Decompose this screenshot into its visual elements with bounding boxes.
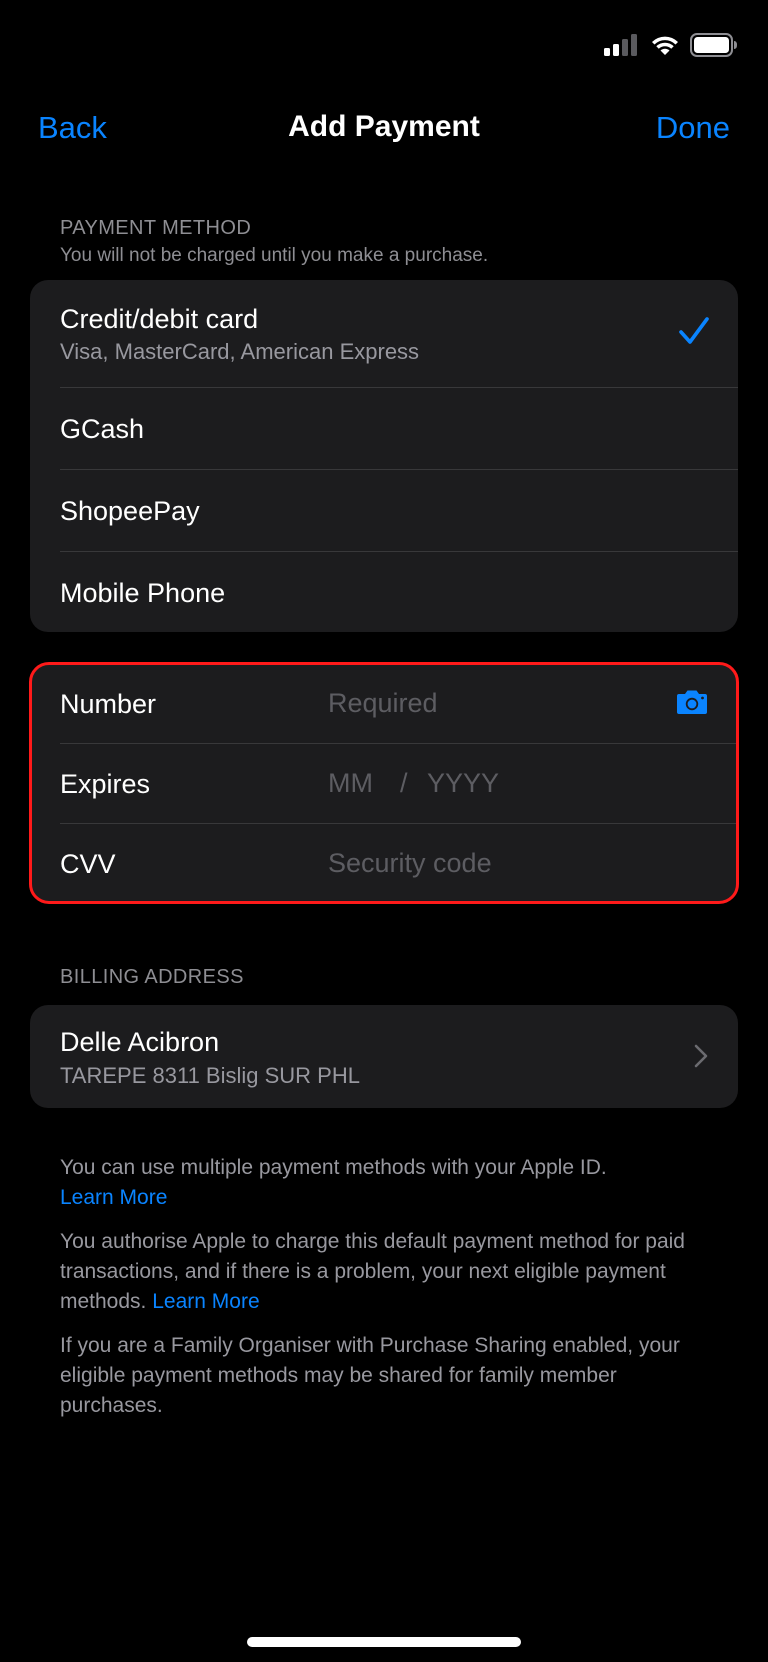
payment-method-list: Credit/debit card Visa, MasterCard, Amer…	[30, 280, 738, 632]
payment-method-subheader: You will not be charged until you make a…	[60, 245, 489, 266]
expiry-month-input[interactable]: MM	[328, 768, 373, 799]
payment-option-credit-debit-card[interactable]: Credit/debit card Visa, MasterCard, Amer…	[30, 280, 738, 387]
expiry-row[interactable]: Expires MM / YYYY	[30, 744, 738, 823]
payment-option-gcash[interactable]: GCash	[30, 388, 738, 469]
billing-name: Delle Acibron	[60, 1027, 220, 1057]
payment-option-label: Mobile Phone	[60, 578, 226, 608]
footer-multiple-methods: You can use multiple payment methods wit…	[60, 1153, 710, 1213]
done-button[interactable]: Done	[656, 110, 730, 146]
payment-option-label: ShopeePay	[60, 496, 200, 526]
billing-address-header: BILLING ADDRESS	[60, 966, 244, 988]
payment-method-header: PAYMENT METHOD	[60, 217, 252, 239]
cvv-row[interactable]: CVV Security code	[30, 824, 738, 902]
footer-text: You can use multiple payment methods wit…	[60, 1156, 607, 1179]
home-indicator	[247, 1637, 521, 1647]
payment-option-label: Credit/debit card	[60, 304, 259, 334]
payment-option-shopeepay[interactable]: ShopeePay	[30, 470, 738, 551]
billing-address: TAREPE 8311 Bislig SUR PHL	[60, 1063, 360, 1088]
billing-address-cell[interactable]: Delle Acibron TAREPE 8311 Bislig SUR PHL	[30, 1005, 738, 1108]
expiry-separator: /	[400, 768, 408, 798]
chevron-right-icon	[694, 1044, 708, 1068]
payment-option-mobile-phone[interactable]: Mobile Phone	[30, 552, 738, 632]
battery-icon	[690, 33, 737, 57]
wifi-icon	[652, 36, 678, 55]
card-number-input[interactable]: Required	[328, 688, 438, 719]
footer-text: If you are a Family Organiser with Purch…	[60, 1334, 680, 1417]
status-bar	[604, 30, 738, 60]
checkmark-icon	[679, 317, 709, 344]
cvv-input[interactable]: Security code	[328, 848, 492, 879]
card-number-label: Number	[60, 689, 157, 719]
card-number-row[interactable]: Number Required	[30, 664, 738, 743]
cvv-label: CVV	[60, 849, 116, 879]
payment-option-label: GCash	[60, 414, 145, 444]
learn-more-link[interactable]: Learn More	[60, 1186, 167, 1209]
expiry-label: Expires	[60, 769, 151, 799]
footer-authorise: You authorise Apple to charge this defau…	[60, 1227, 710, 1317]
navigation-bar: Back Add Payment Done	[0, 104, 768, 156]
cellular-signal-icon	[604, 34, 637, 56]
payment-option-detail: Visa, MasterCard, American Express	[60, 339, 420, 364]
learn-more-link[interactable]: Learn More	[152, 1290, 259, 1313]
camera-icon[interactable]	[676, 689, 708, 715]
page-title: Add Payment	[288, 110, 480, 143]
card-details-form: Number Required Expires MM / YYYY CVV Se…	[30, 664, 738, 902]
expiry-year-input[interactable]: YYYY	[427, 768, 499, 799]
footer-family-sharing: If you are a Family Organiser with Purch…	[60, 1331, 710, 1421]
